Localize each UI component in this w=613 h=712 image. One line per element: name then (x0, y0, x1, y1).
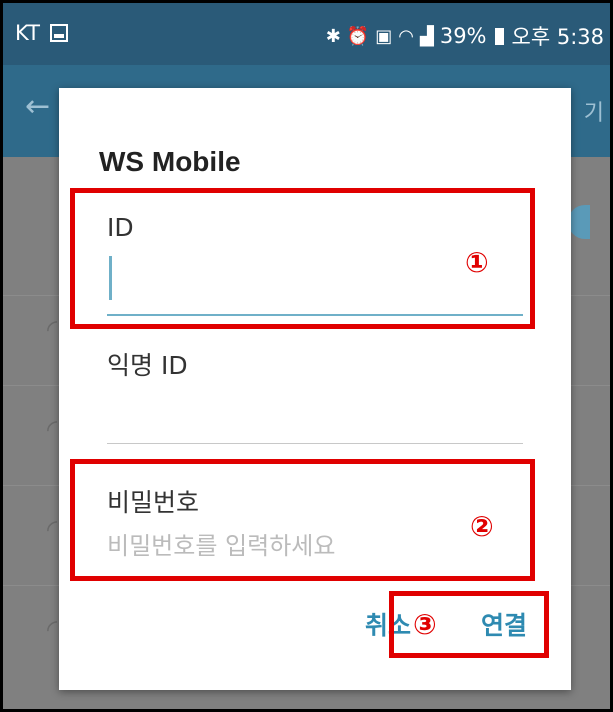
signal-icon: ▟ (419, 25, 434, 47)
annotation-number-3: ③ (413, 608, 437, 641)
list-item-icon: ◜ (47, 415, 58, 445)
list-item-icon: ◜ (47, 615, 58, 645)
bluetooth-icon: ✱ (325, 25, 341, 47)
carrier-label: KT (15, 21, 40, 45)
dialog-title: WS Mobile (99, 146, 241, 177)
hd-icon: ▣ (375, 25, 393, 47)
wifi-icon: ◠ (398, 25, 414, 47)
battery-percent: 39% (439, 24, 487, 48)
anonymous-id-label: 익명 ID (107, 351, 188, 380)
image-icon (49, 24, 68, 42)
list-item-icon: ◜ (47, 315, 58, 345)
back-arrow-icon[interactable]: ← (25, 89, 50, 124)
screen: KT ✱ ⏰ ▣ ◠ ▟ 39% 오후 5:38 ← 기 ◜ ◜ ◜ ◜ WS … (3, 3, 610, 709)
clock: 오후 5:38 (511, 25, 604, 49)
battery-icon (494, 27, 504, 45)
anonymous-id-underline (107, 443, 523, 444)
alarm-icon: ⏰ (346, 25, 370, 47)
list-item-icon: ◜ (47, 515, 58, 545)
annotation-box-password (70, 459, 535, 581)
anonymous-id-input[interactable] (107, 394, 523, 434)
fab-edge (568, 205, 590, 239)
annotation-number-2: ② (470, 510, 494, 543)
header-action-label[interactable]: 기 (584, 95, 604, 127)
annotation-number-1: ① (465, 246, 489, 279)
status-bar: KT ✱ ⏰ ▣ ◠ ▟ 39% 오후 5:38 (3, 3, 610, 65)
